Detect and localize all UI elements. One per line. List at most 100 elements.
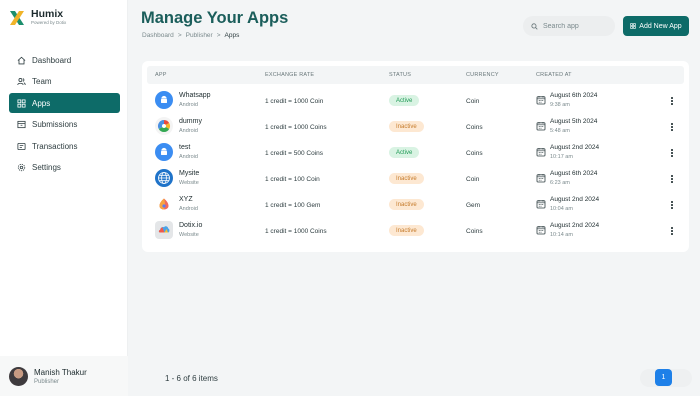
app-name[interactable]: test [179,144,190,151]
status-badge: Active [389,95,420,106]
page-button[interactable]: 1 [655,369,672,386]
table-header: APP EXCHANGE RATE STATUS CURRENCY CREATE… [147,66,684,84]
pagination: 1 [640,369,692,387]
sidebar-item-settings[interactable]: Settings [9,158,120,178]
humix-logo-icon [9,10,25,26]
column-header-status: STATUS [389,72,412,78]
sidebar-item-label: Settings [32,163,61,172]
sidebar-item-transactions[interactable]: Transactions [9,136,120,156]
brand[interactable]: Humix Powered by Dotix [9,9,66,26]
calendar-icon [536,200,546,209]
app-logo-icon [155,117,173,135]
table-row[interactable]: test Android 1 credit = 500 Coins Active… [147,140,684,166]
app-logo-icon [155,195,173,213]
sidebar-item-label: Team [32,77,52,86]
currency: Coins [466,228,483,235]
table-row[interactable]: Whatsapp Android 1 credit = 1000 Coin Ac… [147,88,684,114]
app-name[interactable]: Dotix.io [179,222,202,229]
created-time: 10:17 am [550,154,573,160]
exchange-rate: 1 credit = 1000 Coins [265,228,327,235]
calendar-icon [536,148,546,157]
android-icon [155,143,173,161]
app-platform: Website [179,232,199,238]
app-logo-icon [155,221,173,239]
created-date: August 2nd 2024 [550,222,600,229]
pagination-summary: 1 - 6 of 6 items [165,374,218,383]
breadcrumb-publisher[interactable]: Publisher [186,32,213,39]
more-options-icon[interactable] [669,121,675,133]
user-name: Manish Thakur [34,367,87,377]
status-badge: Inactive [389,173,424,184]
app-platform: Website [179,180,199,186]
app-name[interactable]: Whatsapp [179,92,211,99]
app-platform: Android [179,154,198,160]
avatar [9,366,28,386]
search-input[interactable] [543,22,613,30]
sidebar-nav: Dashboard Team Apps Submissions Transact… [9,50,120,179]
status-badge: Active [389,147,420,158]
breadcrumb-apps: Apps [224,32,240,39]
apps-table: APP EXCHANGE RATE STATUS CURRENCY CREATE… [142,61,689,252]
column-header-currency: CURRENCY [466,72,499,78]
inbox-icon [17,120,26,129]
created-time: 10:04 am [550,206,573,212]
created-date: August 6th 2024 [550,92,598,99]
created-time: 6:23 am [550,180,570,186]
app-name[interactable]: dummy [179,118,202,125]
column-header-created-at: CREATED AT [536,72,572,78]
exchange-rate: 1 credit = 100 Gem [265,202,321,209]
more-options-icon[interactable] [669,173,675,185]
users-icon [17,78,26,86]
sidebar-item-team[interactable]: Team [9,72,120,92]
exchange-rate: 1 credit = 1000 Coin [265,98,324,105]
add-new-app-button[interactable]: Add New App [623,16,689,36]
grid-icon [17,98,26,108]
created-time: 5:48 am [550,128,570,134]
sidebar-item-apps[interactable]: Apps [9,93,120,113]
breadcrumb-separator: > [177,32,182,39]
calendar-icon [536,122,546,131]
more-options-icon[interactable] [669,95,675,107]
more-options-icon[interactable] [669,199,675,211]
currency: Gem [466,202,481,209]
breadcrumb: Dashboard > Publisher > Apps [142,32,239,39]
sidebar-item-label: Apps [32,98,51,108]
more-options-icon[interactable] [669,147,675,159]
globe-icon [155,169,173,187]
receipt-icon [17,142,26,150]
created-time: 9:38 am [550,102,570,108]
sidebar-item-label: Transactions [32,141,78,151]
sidebar-item-dashboard[interactable]: Dashboard [9,50,120,70]
app-platform: Android [179,128,198,134]
created-date: August 6th 2024 [550,170,598,177]
currency: Coins [466,150,483,157]
search-icon [531,22,538,30]
app-platform: Android [179,206,198,212]
column-header-exchange-rate: EXCHANGE RATE [265,72,315,78]
status-badge: Inactive [389,199,424,210]
table-row[interactable]: Mysite Website 1 credit = 100 Coin Inact… [147,166,684,192]
table-row[interactable]: Dotix.io Website 1 credit = 1000 Coins I… [147,218,684,244]
status-badge: Inactive [389,225,424,236]
android-icon [155,91,173,109]
table-row[interactable]: XYZ Android 1 credit = 100 Gem Inactive … [147,192,684,218]
brand-name: Humix [31,8,64,20]
user-profile[interactable]: Manish Thakur Publisher [0,356,128,396]
more-options-icon[interactable] [669,225,675,237]
currency: Coin [466,176,480,183]
exchange-rate: 1 credit = 100 Coin [265,176,320,183]
app-name[interactable]: XYZ [179,196,193,203]
calendar-icon [536,174,546,183]
grid-icon [630,23,637,29]
search-box[interactable] [523,16,615,36]
app-platform: Android [179,102,198,108]
sidebar-item-submissions[interactable]: Submissions [9,115,120,135]
sidebar: Humix Powered by Dotix Dashboard Team Ap… [0,0,128,396]
table-row[interactable]: dummy Android 1 credit = 1000 Coins Inac… [147,114,684,140]
app-name[interactable]: Mysite [179,170,199,177]
page-title: Manage Your Apps [141,9,289,27]
breadcrumb-separator: > [216,32,221,39]
exchange-rate: 1 credit = 500 Coins [265,150,323,157]
sidebar-item-label: Dashboard [32,55,72,65]
breadcrumb-dashboard[interactable]: Dashboard [142,32,174,39]
